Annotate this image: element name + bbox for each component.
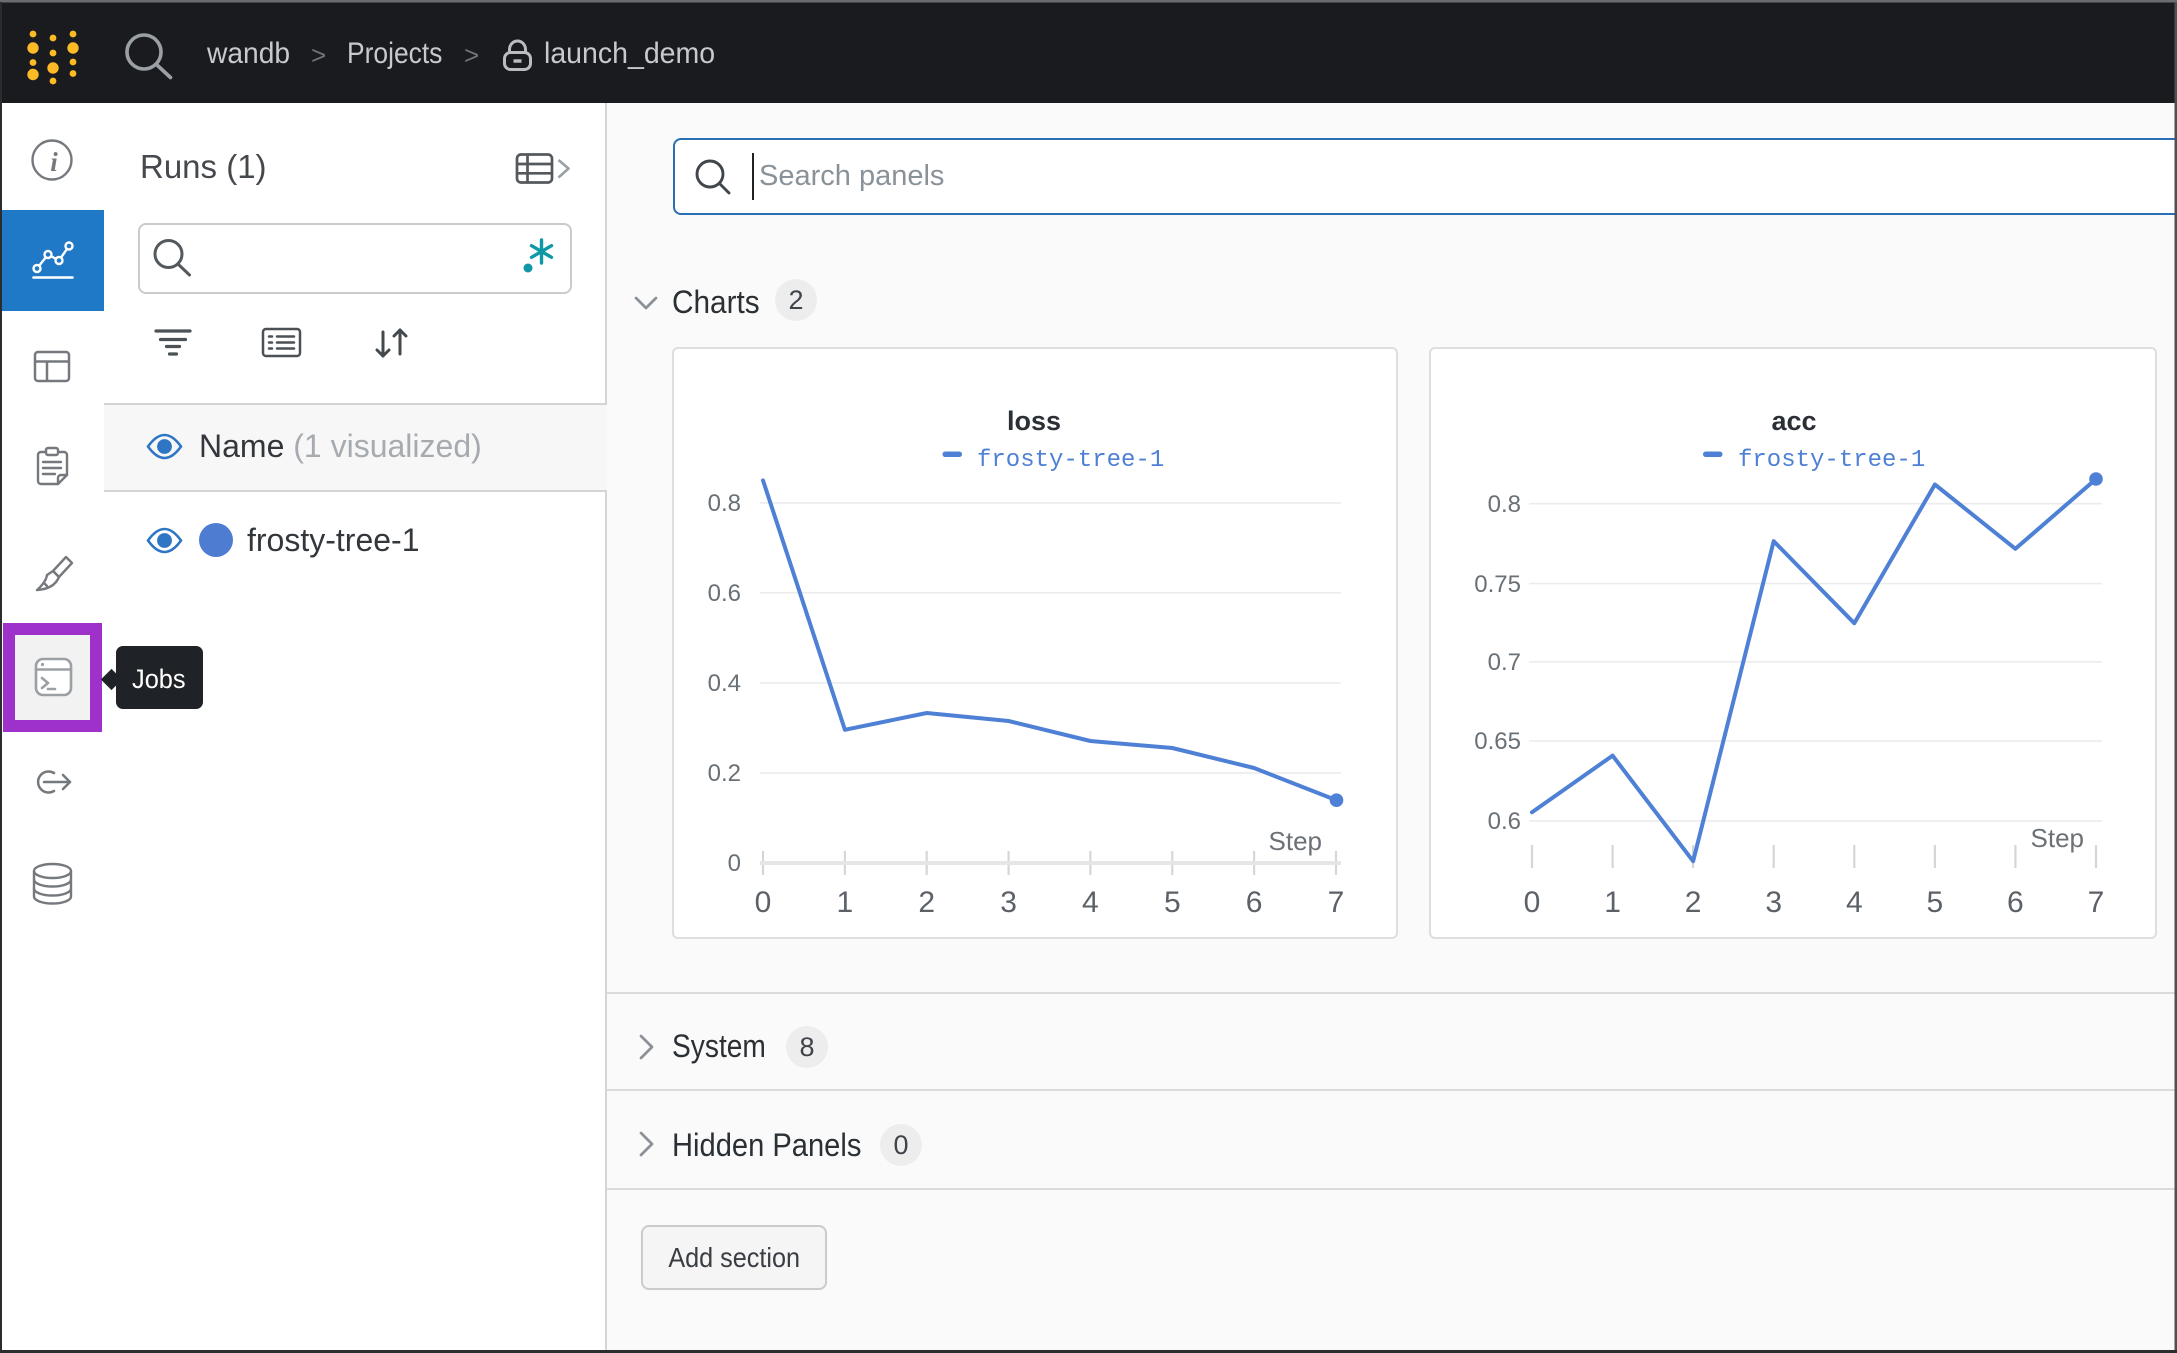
svg-text:7: 7 [1328, 886, 1345, 919]
svg-text:0.2: 0.2 [708, 760, 741, 787]
svg-text:7: 7 [2088, 886, 2105, 919]
svg-text:acc: acc [1771, 406, 1816, 436]
svg-text:0.65: 0.65 [1474, 728, 1521, 755]
svg-text:4: 4 [1082, 886, 1099, 919]
svg-text:3: 3 [1765, 886, 1782, 919]
svg-text:6: 6 [2007, 886, 2024, 919]
svg-text:2: 2 [1685, 886, 1702, 919]
svg-text:4: 4 [1846, 886, 1863, 919]
svg-text:0.4: 0.4 [708, 670, 741, 697]
svg-text:i: i [50, 147, 58, 177]
svg-text:0.7: 0.7 [1488, 649, 1521, 676]
svg-text:0: 0 [728, 850, 741, 877]
svg-text:1: 1 [837, 886, 854, 919]
svg-text:Step: Step [2031, 823, 2085, 853]
svg-text:5: 5 [1164, 886, 1181, 919]
svg-text:0: 0 [755, 886, 772, 919]
svg-text:5: 5 [1927, 886, 1944, 919]
svg-text:0.8: 0.8 [1488, 491, 1521, 518]
svg-text:2: 2 [918, 886, 935, 919]
svg-text:Step: Step [1269, 826, 1323, 856]
svg-text:6: 6 [1246, 886, 1263, 919]
svg-text:0.6: 0.6 [708, 580, 741, 607]
svg-text:0.6: 0.6 [1488, 808, 1521, 835]
svg-text:frosty-tree-1: frosty-tree-1 [1738, 447, 1925, 474]
svg-text:0: 0 [1524, 886, 1541, 919]
svg-text:3: 3 [1000, 886, 1017, 919]
svg-text:0.8: 0.8 [708, 490, 741, 517]
svg-text:1: 1 [1604, 886, 1621, 919]
svg-text:0.75: 0.75 [1474, 571, 1521, 598]
svg-text:frosty-tree-1: frosty-tree-1 [977, 447, 1164, 474]
svg-text:loss: loss [1007, 406, 1061, 436]
